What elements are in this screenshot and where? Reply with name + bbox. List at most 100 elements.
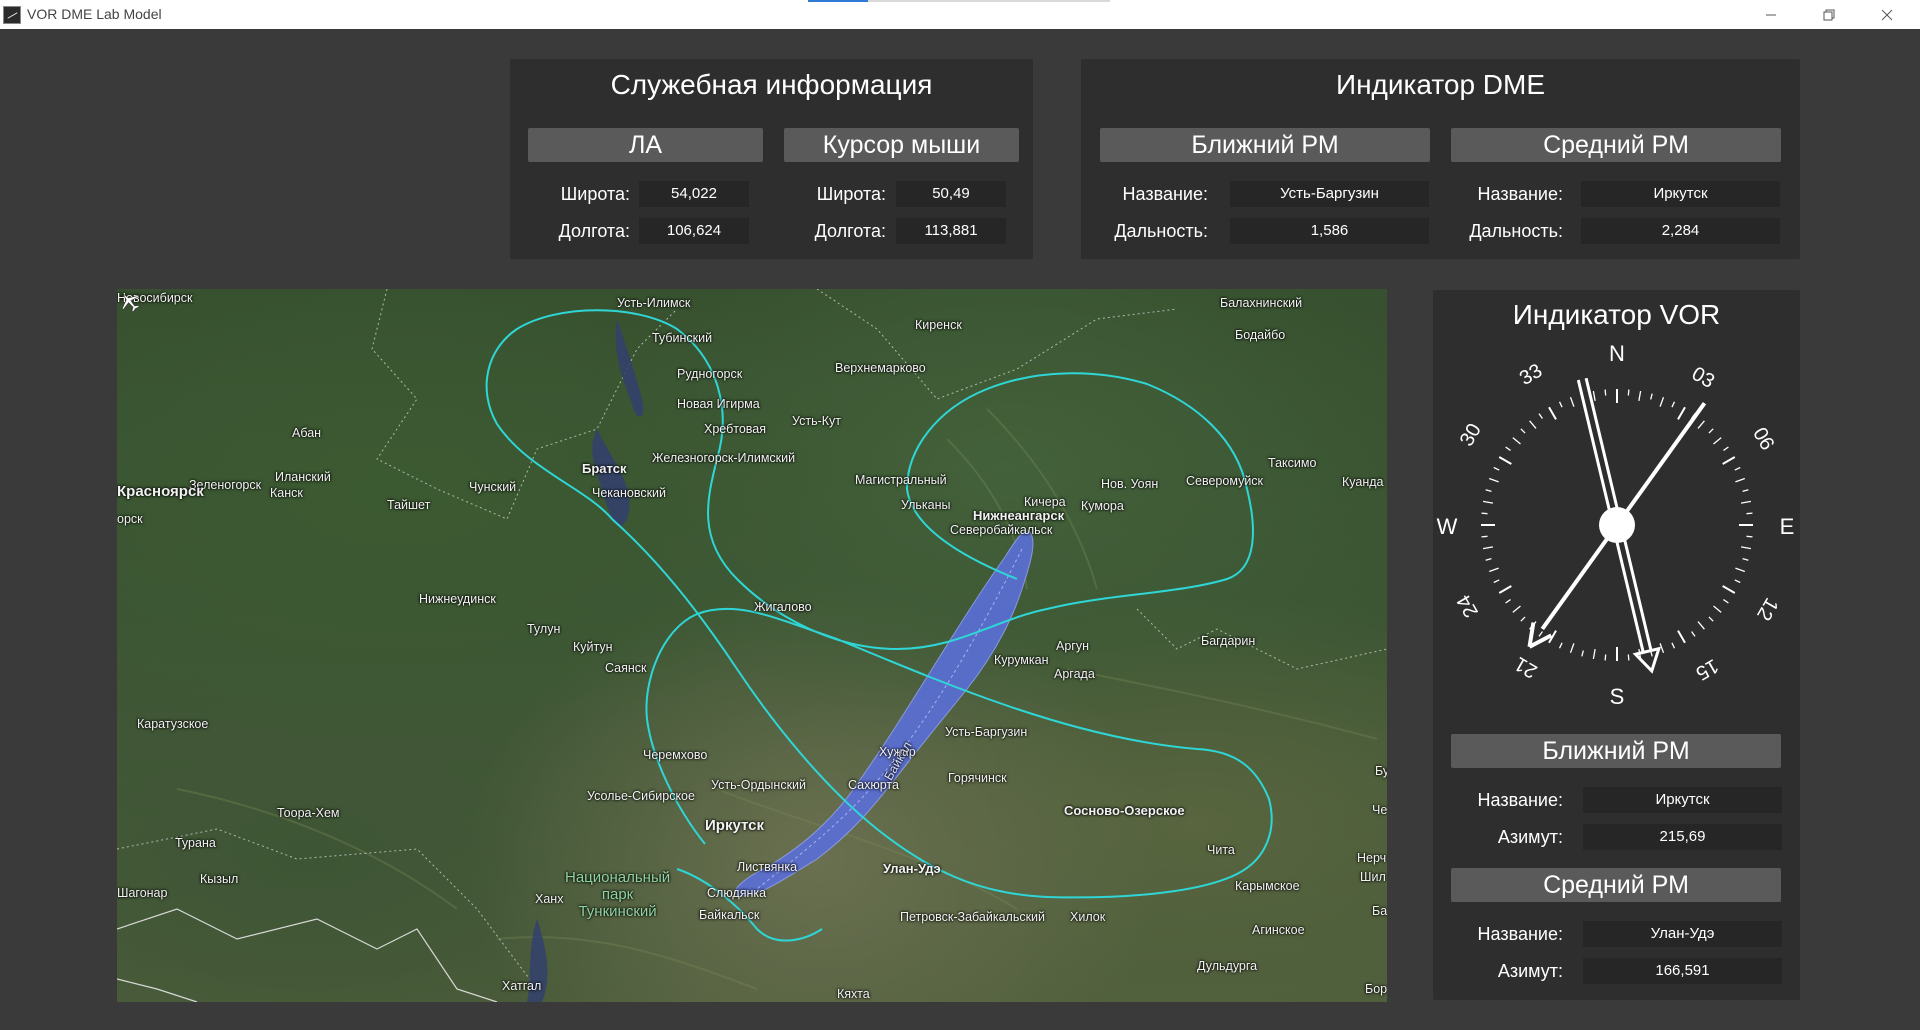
map-label: Чита (1207, 843, 1235, 857)
minimize-icon (1766, 14, 1776, 15)
map-label: Усолье-Сибирское (587, 789, 695, 803)
vor-near-az-label: Азимут: (1497, 827, 1563, 847)
dme-near-header: Ближний РМ (1100, 128, 1430, 162)
map-label: Верхнемарково (835, 361, 926, 375)
map-label: Таксимо (1268, 456, 1317, 470)
compass-tick (1481, 512, 1488, 515)
compass-tick (1735, 477, 1746, 483)
map-label: Магистральный (855, 473, 947, 487)
restore-icon (1823, 9, 1835, 20)
vor-near-name-label: Название: (1477, 790, 1563, 810)
compass-tick (1708, 428, 1714, 434)
map-label: Улан-Удэ (883, 861, 941, 876)
compass-tick (1558, 401, 1563, 408)
compass-s: S (1610, 684, 1625, 709)
map-label: Аргада (1054, 667, 1095, 681)
compass-tick (1538, 631, 1543, 637)
map-label: Ульканы (901, 498, 951, 512)
map-label: Аргун (1056, 639, 1090, 653)
dme-title: Индикатор DME (1335, 69, 1546, 100)
compass-tick (1734, 579, 1741, 584)
map-label: Усть-Кут (792, 414, 842, 428)
vor-mid-name-label: Название: (1477, 924, 1563, 944)
window-titlebar: VOR DME Lab Model (0, 0, 1920, 29)
vor-near-az-value: 215,69 (1583, 824, 1782, 850)
compass-tick (1604, 389, 1607, 396)
compass-tick (1740, 500, 1752, 504)
map-label: Тулун (527, 622, 561, 636)
vor-mid-name-value: Улан-Удэ (1583, 921, 1782, 947)
map-label: Нерч (1357, 851, 1387, 865)
compass-tick (1627, 654, 1630, 661)
map-view[interactable]: Усть-Илимск Киренск Балахнинский Бодайбо… (117, 289, 1387, 1002)
compass-tick (1697, 420, 1705, 429)
vor-mid-az-label: Азимут: (1497, 961, 1563, 981)
compass-w: W (1437, 514, 1458, 539)
map-label: Каратузское (137, 717, 209, 731)
airplane-icon (122, 293, 140, 313)
compass-tick (1742, 558, 1749, 561)
map-label: Тайшет (387, 498, 431, 512)
compass-tick (1691, 631, 1696, 637)
aircraft-lat-value: 54,022 (639, 181, 749, 207)
compass-tick (1481, 535, 1488, 538)
compass-tick (1746, 512, 1753, 515)
map-label: Курумкан (994, 653, 1049, 667)
compass-tick (1520, 616, 1526, 622)
map-label: Усть-Ордынский (711, 778, 807, 792)
compass-tick (1498, 456, 1512, 465)
service-info-panel: Служебная информация ЛА Курсор мыши Широ… (510, 59, 1033, 259)
map-label: Канск (270, 486, 303, 500)
map-label: Усть-Илимск (617, 296, 691, 310)
map-label: Саянск (605, 661, 647, 675)
map-label: Тоора-Хем (277, 806, 340, 820)
restore-button[interactable] (1800, 0, 1858, 29)
aircraft-lon-value: 106,624 (639, 218, 749, 244)
compass-tick (1659, 643, 1665, 654)
map-label: Шагонар (117, 886, 168, 900)
map-label: Куйтун (573, 640, 613, 654)
map-label: Северомуйск (1186, 474, 1264, 488)
compass-15: 15 (1692, 654, 1722, 684)
map-label: Бор (1365, 982, 1387, 996)
compass-tick (1488, 477, 1499, 483)
compass-tick (1529, 420, 1537, 429)
aircraft-lon-label: Долгота: (558, 221, 630, 241)
map-label: Байкальск (699, 908, 760, 922)
dme-near-dist-label: Дальность: (1114, 221, 1208, 241)
compass-tick (1488, 567, 1499, 573)
map-label: Петровск-Забайкальский (900, 910, 1046, 924)
compass-e: E (1780, 514, 1795, 539)
titlebar-accent (808, 0, 1110, 2)
map-label: Сосново-Озерское (1064, 803, 1185, 818)
map-label: Турана (175, 836, 216, 850)
dme-mid-dist-value: 2,284 (1581, 218, 1780, 244)
compass-tick (1735, 567, 1746, 573)
map-label: Иланский (275, 470, 331, 484)
compass-tick (1482, 546, 1494, 550)
compass-tick (1697, 621, 1705, 630)
map-label: Жигалово (754, 600, 812, 614)
map-label: Хилок (1070, 910, 1106, 924)
map-label: Чекановский (592, 486, 667, 500)
map-label: Кумора (1081, 499, 1124, 513)
compass-33: 33 (1516, 360, 1546, 390)
minimize-button[interactable] (1742, 0, 1800, 29)
compass-tick (1677, 406, 1686, 420)
close-button[interactable] (1858, 0, 1916, 29)
compass-tick (1538, 413, 1543, 419)
map-label: Кызыл (200, 872, 239, 886)
service-info-title: Служебная информация (610, 69, 933, 100)
compass-n: N (1609, 341, 1625, 366)
dme-panel: Индикатор DME Ближний РМ Средний РМ Назв… (1081, 59, 1800, 259)
compass-tick (1713, 605, 1722, 613)
compass-tick (1677, 630, 1686, 644)
vor-mid-az-value: 166,591 (1583, 958, 1782, 984)
compass-tick (1650, 393, 1653, 400)
map-label: Нижнеудинск (419, 592, 496, 606)
vor-mid-header: Средний РМ (1451, 868, 1781, 902)
map-label: Чунский (469, 480, 517, 494)
map-label: Новая Игирма (677, 397, 760, 411)
dme-near-name-value: Усть-Баргузин (1230, 181, 1429, 207)
compass-tick (1723, 446, 1729, 451)
